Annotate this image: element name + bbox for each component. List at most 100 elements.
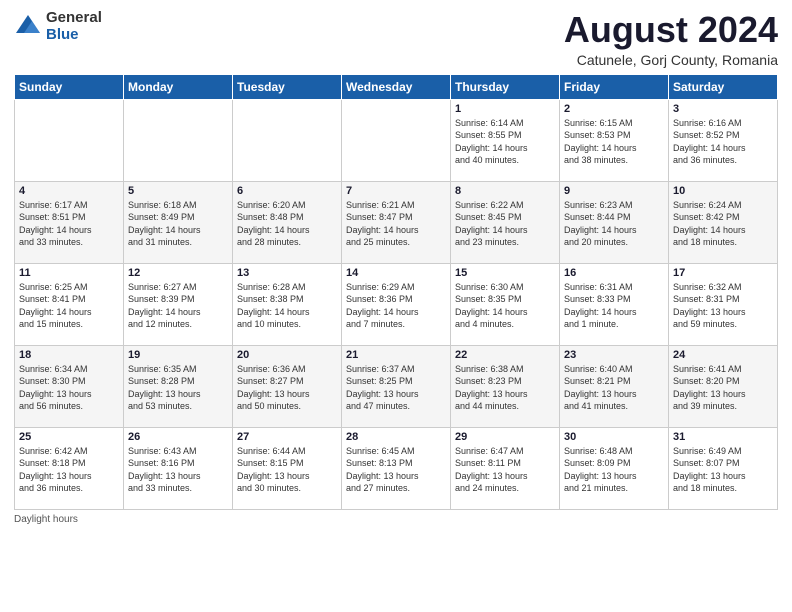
day-number: 4 [19,185,119,197]
calendar-cell: 7Sunrise: 6:21 AM Sunset: 8:47 PM Daylig… [342,181,451,263]
calendar-cell: 13 Sunrise: 6:28 AM Sunset: 8:38 PM Dayli… [233,263,342,345]
day-info: Sunrise: 6:47 AM Sunset: 8:11 PM Dayligh… [455,445,555,495]
calendar-cell [233,99,342,181]
calendar-cell: 6 Sunrise: 6:20 AM Sunset: 8:48 PM Daylig… [233,181,342,263]
week-row-4: 18 Sunrise: 6:34 AM Sunset: 8:30 PM Dayli… [15,345,778,427]
day-info: Sunrise: 6:28 AM Sunset: 8:38 PM Dayligh… [237,281,337,331]
weekday-header-friday: Friday [560,74,669,99]
day-number: 14 [346,267,446,279]
day-info: Sunrise: 6:36 AM Sunset: 8:27 PM Dayligh… [237,363,337,413]
calendar-cell: 20 Sunrise: 6:36 AM Sunset: 8:27 PM Dayli… [233,345,342,427]
calendar-cell: 26 Sunrise: 6:43 AM Sunset: 8:16 PM Dayli… [124,427,233,509]
logo-blue-text: Blue [46,27,102,44]
day-info: Sunrise: 6:32 AM Sunset: 8:31 PM Dayligh… [673,281,773,331]
day-number: 25 [19,431,119,443]
day-info: Sunrise: 6:14 AM Sunset: 8:55 PM Dayligh… [455,117,555,167]
day-number: 19 [128,349,228,361]
day-info: Sunrise: 6:42 AM Sunset: 8:18 PM Dayligh… [19,445,119,495]
weekday-header-wednesday: Wednesday [342,74,451,99]
day-info: Sunrise: 6:49 AM Sunset: 8:07 PM Dayligh… [673,445,773,495]
day-number: 17 [673,267,773,279]
calendar-cell [15,99,124,181]
calendar-cell: 1Sunrise: 6:14 AM Sunset: 8:55 PM Daylig… [451,99,560,181]
weekday-header-monday: Monday [124,74,233,99]
day-number: 7 [346,185,446,197]
logo: General Blue [14,10,102,43]
calendar-table: SundayMondayTuesdayWednesdayThursdayFrid… [14,74,778,510]
calendar-cell: 5 Sunrise: 6:18 AM Sunset: 8:49 PM Daylig… [124,181,233,263]
day-info: Sunrise: 6:37 AM Sunset: 8:25 PM Dayligh… [346,363,446,413]
day-info: Sunrise: 6:24 AM Sunset: 8:42 PM Dayligh… [673,199,773,249]
day-info: Sunrise: 6:41 AM Sunset: 8:20 PM Dayligh… [673,363,773,413]
title-block: August 2024 Catunele, Gorj County, Roman… [564,10,778,68]
calendar-cell: 17 Sunrise: 6:32 AM Sunset: 8:31 PM Dayli… [669,263,778,345]
day-number: 6 [237,185,337,197]
weekday-header-tuesday: Tuesday [233,74,342,99]
day-number: 2 [564,103,664,115]
month-title: August 2024 [564,10,778,50]
day-info: Sunrise: 6:25 AM Sunset: 8:41 PM Dayligh… [19,281,119,331]
calendar-body: 1Sunrise: 6:14 AM Sunset: 8:55 PM Daylig… [15,99,778,509]
logo-general-text: General [46,10,102,27]
day-number: 23 [564,349,664,361]
day-number: 24 [673,349,773,361]
day-number: 16 [564,267,664,279]
calendar-cell: 3Sunrise: 6:16 AM Sunset: 8:52 PM Daylig… [669,99,778,181]
day-info: Sunrise: 6:17 AM Sunset: 8:51 PM Dayligh… [19,199,119,249]
day-number: 28 [346,431,446,443]
week-row-5: 25 Sunrise: 6:42 AM Sunset: 8:18 PM Dayli… [15,427,778,509]
calendar-cell: 4 Sunrise: 6:17 AM Sunset: 8:51 PM Daylig… [15,181,124,263]
calendar-cell: 14 Sunrise: 6:29 AM Sunset: 8:36 PM Dayli… [342,263,451,345]
day-number: 15 [455,267,555,279]
day-number: 11 [19,267,119,279]
day-number: 18 [19,349,119,361]
calendar-cell: 19 Sunrise: 6:35 AM Sunset: 8:28 PM Dayli… [124,345,233,427]
day-number: 20 [237,349,337,361]
calendar-cell: 29 Sunrise: 6:47 AM Sunset: 8:11 PM Dayli… [451,427,560,509]
day-number: 27 [237,431,337,443]
weekday-header-sunday: Sunday [15,74,124,99]
day-info: Sunrise: 6:20 AM Sunset: 8:48 PM Dayligh… [237,199,337,249]
day-number: 5 [128,185,228,197]
week-row-2: 4 Sunrise: 6:17 AM Sunset: 8:51 PM Daylig… [15,181,778,263]
logo-icon [14,13,42,41]
calendar-cell: 24 Sunrise: 6:41 AM Sunset: 8:20 PM Dayli… [669,345,778,427]
calendar-cell: 30 Sunrise: 6:48 AM Sunset: 8:09 PM Dayli… [560,427,669,509]
day-info: Sunrise: 6:18 AM Sunset: 8:49 PM Dayligh… [128,199,228,249]
footer-note: Daylight hours [14,514,778,525]
header: General Blue August 2024 Catunele, Gorj … [14,10,778,68]
day-number: 13 [237,267,337,279]
day-info: Sunrise: 6:35 AM Sunset: 8:28 PM Dayligh… [128,363,228,413]
day-number: 8 [455,185,555,197]
day-info: Sunrise: 6:34 AM Sunset: 8:30 PM Dayligh… [19,363,119,413]
calendar-cell: 11 Sunrise: 6:25 AM Sunset: 8:41 PM Dayli… [15,263,124,345]
day-number: 31 [673,431,773,443]
calendar-cell: 18 Sunrise: 6:34 AM Sunset: 8:30 PM Dayli… [15,345,124,427]
week-row-1: 1Sunrise: 6:14 AM Sunset: 8:55 PM Daylig… [15,99,778,181]
day-info: Sunrise: 6:31 AM Sunset: 8:33 PM Dayligh… [564,281,664,331]
week-row-3: 11 Sunrise: 6:25 AM Sunset: 8:41 PM Dayli… [15,263,778,345]
day-info: Sunrise: 6:43 AM Sunset: 8:16 PM Dayligh… [128,445,228,495]
day-number: 21 [346,349,446,361]
day-info: Sunrise: 6:23 AM Sunset: 8:44 PM Dayligh… [564,199,664,249]
day-info: Sunrise: 6:48 AM Sunset: 8:09 PM Dayligh… [564,445,664,495]
day-info: Sunrise: 6:29 AM Sunset: 8:36 PM Dayligh… [346,281,446,331]
calendar-cell: 8Sunrise: 6:22 AM Sunset: 8:45 PM Daylig… [451,181,560,263]
day-info: Sunrise: 6:15 AM Sunset: 8:53 PM Dayligh… [564,117,664,167]
day-info: Sunrise: 6:44 AM Sunset: 8:15 PM Dayligh… [237,445,337,495]
day-info: Sunrise: 6:40 AM Sunset: 8:21 PM Dayligh… [564,363,664,413]
calendar-cell [124,99,233,181]
calendar-cell: 21 Sunrise: 6:37 AM Sunset: 8:25 PM Dayli… [342,345,451,427]
day-info: Sunrise: 6:45 AM Sunset: 8:13 PM Dayligh… [346,445,446,495]
weekday-header-thursday: Thursday [451,74,560,99]
calendar-cell: 12Sunrise: 6:27 AM Sunset: 8:39 PM Dayli… [124,263,233,345]
day-number: 29 [455,431,555,443]
day-info: Sunrise: 6:16 AM Sunset: 8:52 PM Dayligh… [673,117,773,167]
day-number: 30 [564,431,664,443]
day-info: Sunrise: 6:27 AM Sunset: 8:39 PM Dayligh… [128,281,228,331]
calendar-cell: 9Sunrise: 6:23 AM Sunset: 8:44 PM Daylig… [560,181,669,263]
calendar-cell [342,99,451,181]
day-number: 26 [128,431,228,443]
weekday-header-saturday: Saturday [669,74,778,99]
weekday-row: SundayMondayTuesdayWednesdayThursdayFrid… [15,74,778,99]
